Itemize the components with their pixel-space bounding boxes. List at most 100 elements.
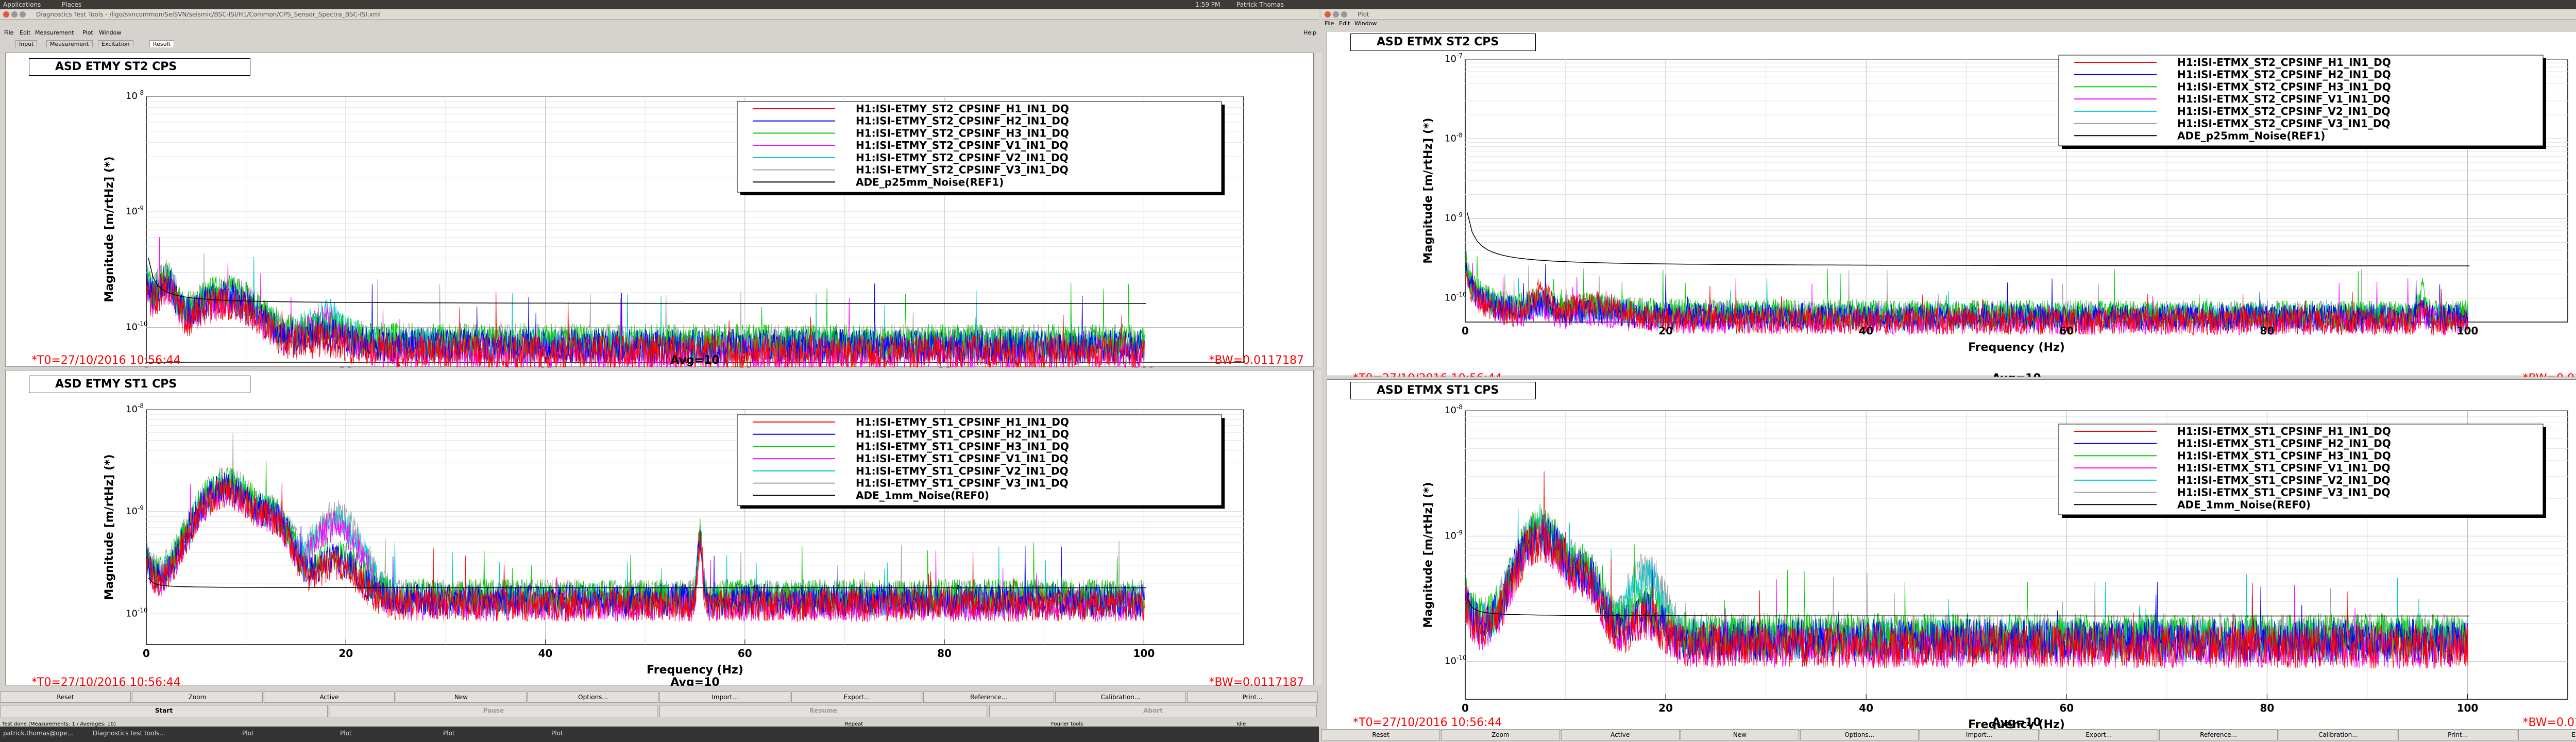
taskbar-item[interactable]: Diagnostics test tools... xyxy=(93,730,165,737)
t0-label: *T0=27/10/2016 10:56:44 xyxy=(1353,372,1502,377)
tab-measurement[interactable]: Measurement xyxy=(46,40,93,47)
taskbar-item[interactable]: Plot xyxy=(242,730,254,737)
asd-chart[interactable]: 10-810-910-10020406080100Frequency (Hz)M… xyxy=(6,370,1314,686)
legend-entry: H1:ISI-ETMX_ST2_CPSINF_V2_IN1_DQ xyxy=(2177,105,2391,117)
tab-input[interactable]: Input xyxy=(15,40,38,47)
plot-panel-top: ASD ETMX ST2 CPS 10 -7 10 -8 10 -9 10 -10 0 20 40 6… xyxy=(1327,31,2576,377)
plot-window: Plot File Edit Window ASD ETMX ST2 CPS 1… xyxy=(1321,9,2576,742)
zoom-button[interactable]: Zoom xyxy=(132,692,263,703)
legend-entry: H1:ISI-ETMX_ST2_CPSINF_V1_IN1_DQ xyxy=(2177,93,2391,105)
maximize-icon[interactable] xyxy=(20,11,26,18)
y-tick-exponent: -9 xyxy=(1456,529,1463,536)
reference-button[interactable]: Reference... xyxy=(2159,729,2278,740)
import-button[interactable]: Import... xyxy=(659,692,790,703)
y-tick-label: 10 xyxy=(1445,530,1456,541)
resume-button[interactable]: Resume xyxy=(659,705,987,717)
asd-chart[interactable]: 10 -710 -810 -910 -100 20 40 60 80 100Frequency (… xyxy=(1327,31,2576,377)
options-button[interactable]: Options... xyxy=(528,692,658,703)
user-menu[interactable]: Patrick Thomas xyxy=(1236,1,1284,8)
taskbar-item[interactable]: Plot xyxy=(551,730,563,737)
legend-entry: H1:ISI-ETMY_ST1_CPSINF_V3_IN1_DQ xyxy=(856,477,1069,490)
reference-button[interactable]: Reference... xyxy=(923,692,1054,703)
legend-entry: H1:ISI-ETMX_ST1_CPSINF_V2_IN1_DQ xyxy=(2177,474,2391,486)
t0-label: *T0=27/10/2016 10:56:44 xyxy=(31,354,180,367)
x-axis-label: Frequency (Hz) xyxy=(1968,341,2065,354)
legend-entry: H1:ISI-ETMX_ST1_CPSINF_V1_IN1_DQ xyxy=(2177,462,2391,474)
menu-window[interactable]: Window xyxy=(99,29,121,36)
menu-edit[interactable]: Edit xyxy=(1339,20,1350,27)
y-axis-label: Magnitude [m/rtHz] (*) xyxy=(103,156,116,302)
y-tick-label: 10 xyxy=(1445,213,1456,224)
active-button[interactable]: Active xyxy=(264,692,395,703)
reset-button[interactable]: Reset xyxy=(0,692,131,703)
print-button[interactable]: Print... xyxy=(2398,729,2517,740)
menu-file[interactable]: File xyxy=(1325,20,1334,27)
legend-entry: H1:ISI-ETMY_ST2_CPSINF_H2_IN1_DQ xyxy=(856,115,1069,127)
minimize-icon[interactable] xyxy=(1333,11,1339,18)
x-tick-label: 100 xyxy=(1133,647,1155,660)
export-button[interactable]: Export... xyxy=(791,692,922,703)
scrollbar[interactable] xyxy=(1315,53,1322,367)
exit-button[interactable]: Exit xyxy=(2518,729,2576,740)
applications-menu[interactable]: Applications xyxy=(3,1,41,8)
minimize-icon[interactable] xyxy=(11,11,18,18)
y-tick-exponent: -10 xyxy=(1456,654,1467,662)
taskbar-item[interactable]: patrick.thomas@ope... xyxy=(3,730,73,737)
pause-button[interactable]: Pause xyxy=(330,705,657,717)
maximize-icon[interactable] xyxy=(1341,11,1347,18)
y-tick-label: 10 xyxy=(1445,292,1456,303)
options-button[interactable]: Options... xyxy=(1800,729,1919,740)
print-button[interactable]: Print... xyxy=(1187,692,1318,703)
t0-label: *T0=27/10/2016 10:56:44 xyxy=(1353,716,1502,729)
avg-label: Avg=10 xyxy=(1992,716,2041,729)
legend-entry: H1:ISI-ETMX_ST2_CPSINF_V3_IN1_DQ xyxy=(2177,117,2391,130)
y-tick-exponent: -10 xyxy=(138,320,148,327)
asd-chart[interactable]: 10-810-910-10020406080100Frequency (Hz)M… xyxy=(6,53,1314,367)
active-button[interactable]: Active xyxy=(1561,729,1680,740)
window-title: Diagnostics Test Tools - /ligo/svncommon… xyxy=(36,11,381,18)
avg-label: Avg=10 xyxy=(670,354,719,367)
abort-button[interactable]: Abort xyxy=(989,705,1317,717)
calibration-button[interactable]: Calibration... xyxy=(1055,692,1186,703)
scrollbar[interactable] xyxy=(1315,370,1322,685)
taskbar-item[interactable]: Plot xyxy=(443,730,455,737)
menu-help[interactable]: Help xyxy=(1303,29,1316,36)
close-icon[interactable] xyxy=(1325,11,1331,18)
x-tick-label: 60 xyxy=(2059,325,2074,337)
asd-chart[interactable]: 10-810-910-10020406080100Frequency (Hz)M… xyxy=(1327,380,2576,731)
y-tick-exponent: -8 xyxy=(1456,131,1463,139)
x-tick-label: 100 xyxy=(1133,365,1155,367)
new-button[interactable]: New xyxy=(396,692,527,703)
places-menu[interactable]: Places xyxy=(62,1,81,8)
y-tick-exponent: -8 xyxy=(138,402,144,410)
x-tick-label: 0 xyxy=(143,647,150,660)
export-button[interactable]: Export... xyxy=(2039,729,2158,740)
start-button[interactable]: Start xyxy=(0,705,328,717)
menu-window[interactable]: Window xyxy=(1354,20,1377,27)
menu-measurement[interactable]: Measurement xyxy=(35,29,74,36)
menubar: File Edit Measurement Plot Window Help xyxy=(0,29,1319,37)
menu-file[interactable]: File xyxy=(4,29,13,36)
x-tick-label: 40 xyxy=(1859,325,1873,337)
legend-entry: H1:ISI-ETMY_ST2_CPSINF_V3_IN1_DQ xyxy=(856,164,1069,176)
calibration-button[interactable]: Calibration... xyxy=(2279,729,2398,740)
new-button[interactable]: New xyxy=(1680,729,1800,740)
tab-bar: Input Measurement Excitation Result xyxy=(0,39,1319,47)
x-tick-label: 20 xyxy=(1658,325,1673,337)
tab-result[interactable]: Result xyxy=(149,40,174,47)
zoom-button[interactable]: Zoom xyxy=(1441,729,1560,740)
close-icon[interactable] xyxy=(3,11,9,18)
import-button[interactable]: Import... xyxy=(1920,729,2039,740)
taskbar-item[interactable]: Plot xyxy=(340,730,352,737)
legend-entry: H1:ISI-ETMY_ST1_CPSINF_H1_IN1_DQ xyxy=(856,416,1069,428)
legend-entry: H1:ISI-ETMY_ST2_CPSINF_H3_IN1_DQ xyxy=(856,127,1069,139)
clock[interactable]: 1:59 PM xyxy=(1195,1,1220,8)
y-tick-label: 10 xyxy=(1445,656,1456,667)
x-tick-label: 40 xyxy=(538,647,553,660)
menu-plot[interactable]: Plot xyxy=(82,29,93,36)
y-tick-label: 10 xyxy=(126,322,138,332)
menu-edit[interactable]: Edit xyxy=(20,29,30,36)
system-top-bar: Applications Places 1:59 PM Patrick Thom… xyxy=(0,0,2576,9)
tab-excitation[interactable]: Excitation xyxy=(98,40,133,47)
reset-button[interactable]: Reset xyxy=(1321,729,1440,740)
